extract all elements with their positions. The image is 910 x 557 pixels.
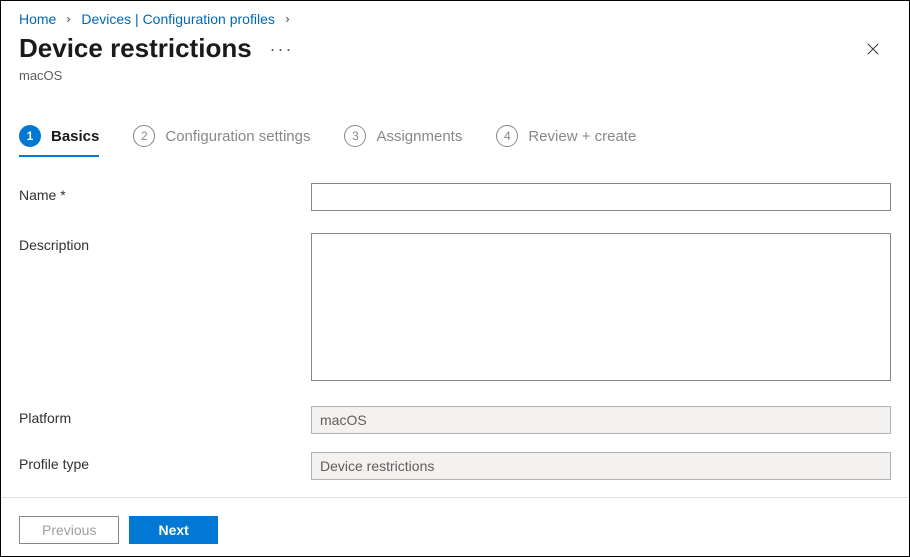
profile-type-field xyxy=(311,452,891,480)
step-configuration-settings[interactable]: 2 Configuration settings xyxy=(133,125,310,157)
chevron-right-icon xyxy=(64,11,73,27)
close-icon xyxy=(865,41,881,57)
step-label: Basics xyxy=(51,128,99,145)
chevron-right-icon xyxy=(283,11,292,27)
platform-field xyxy=(311,406,891,434)
description-label: Description xyxy=(19,233,311,253)
platform-label: Platform xyxy=(19,406,311,426)
breadcrumb: Home Devices | Configuration profiles xyxy=(1,1,909,29)
wizard-steps: 1 Basics 2 Configuration settings 3 Assi… xyxy=(1,83,909,157)
previous-button[interactable]: Previous xyxy=(19,516,119,544)
step-number: 4 xyxy=(496,125,518,147)
step-label: Configuration settings xyxy=(165,128,310,145)
step-number: 1 xyxy=(19,125,41,147)
divider xyxy=(1,497,909,498)
step-label: Assignments xyxy=(376,128,462,145)
page-subtitle: macOS xyxy=(1,66,909,83)
name-input[interactable] xyxy=(311,183,891,211)
step-review-create[interactable]: 4 Review + create xyxy=(496,125,636,157)
close-button[interactable] xyxy=(859,35,887,66)
breadcrumb-home[interactable]: Home xyxy=(19,11,56,27)
footer: Previous Next xyxy=(1,504,909,556)
profile-type-label: Profile type xyxy=(19,452,311,472)
more-actions-button[interactable]: ··· xyxy=(270,39,294,59)
step-number: 3 xyxy=(344,125,366,147)
breadcrumb-devices[interactable]: Devices | Configuration profiles xyxy=(81,11,275,27)
step-basics[interactable]: 1 Basics xyxy=(19,125,99,157)
description-textarea[interactable] xyxy=(311,233,891,381)
next-button[interactable]: Next xyxy=(129,516,217,544)
name-label: Name * xyxy=(19,183,311,203)
page-title: Device restrictions xyxy=(19,33,252,64)
step-assignments[interactable]: 3 Assignments xyxy=(344,125,462,157)
step-label: Review + create xyxy=(528,128,636,145)
step-number: 2 xyxy=(133,125,155,147)
